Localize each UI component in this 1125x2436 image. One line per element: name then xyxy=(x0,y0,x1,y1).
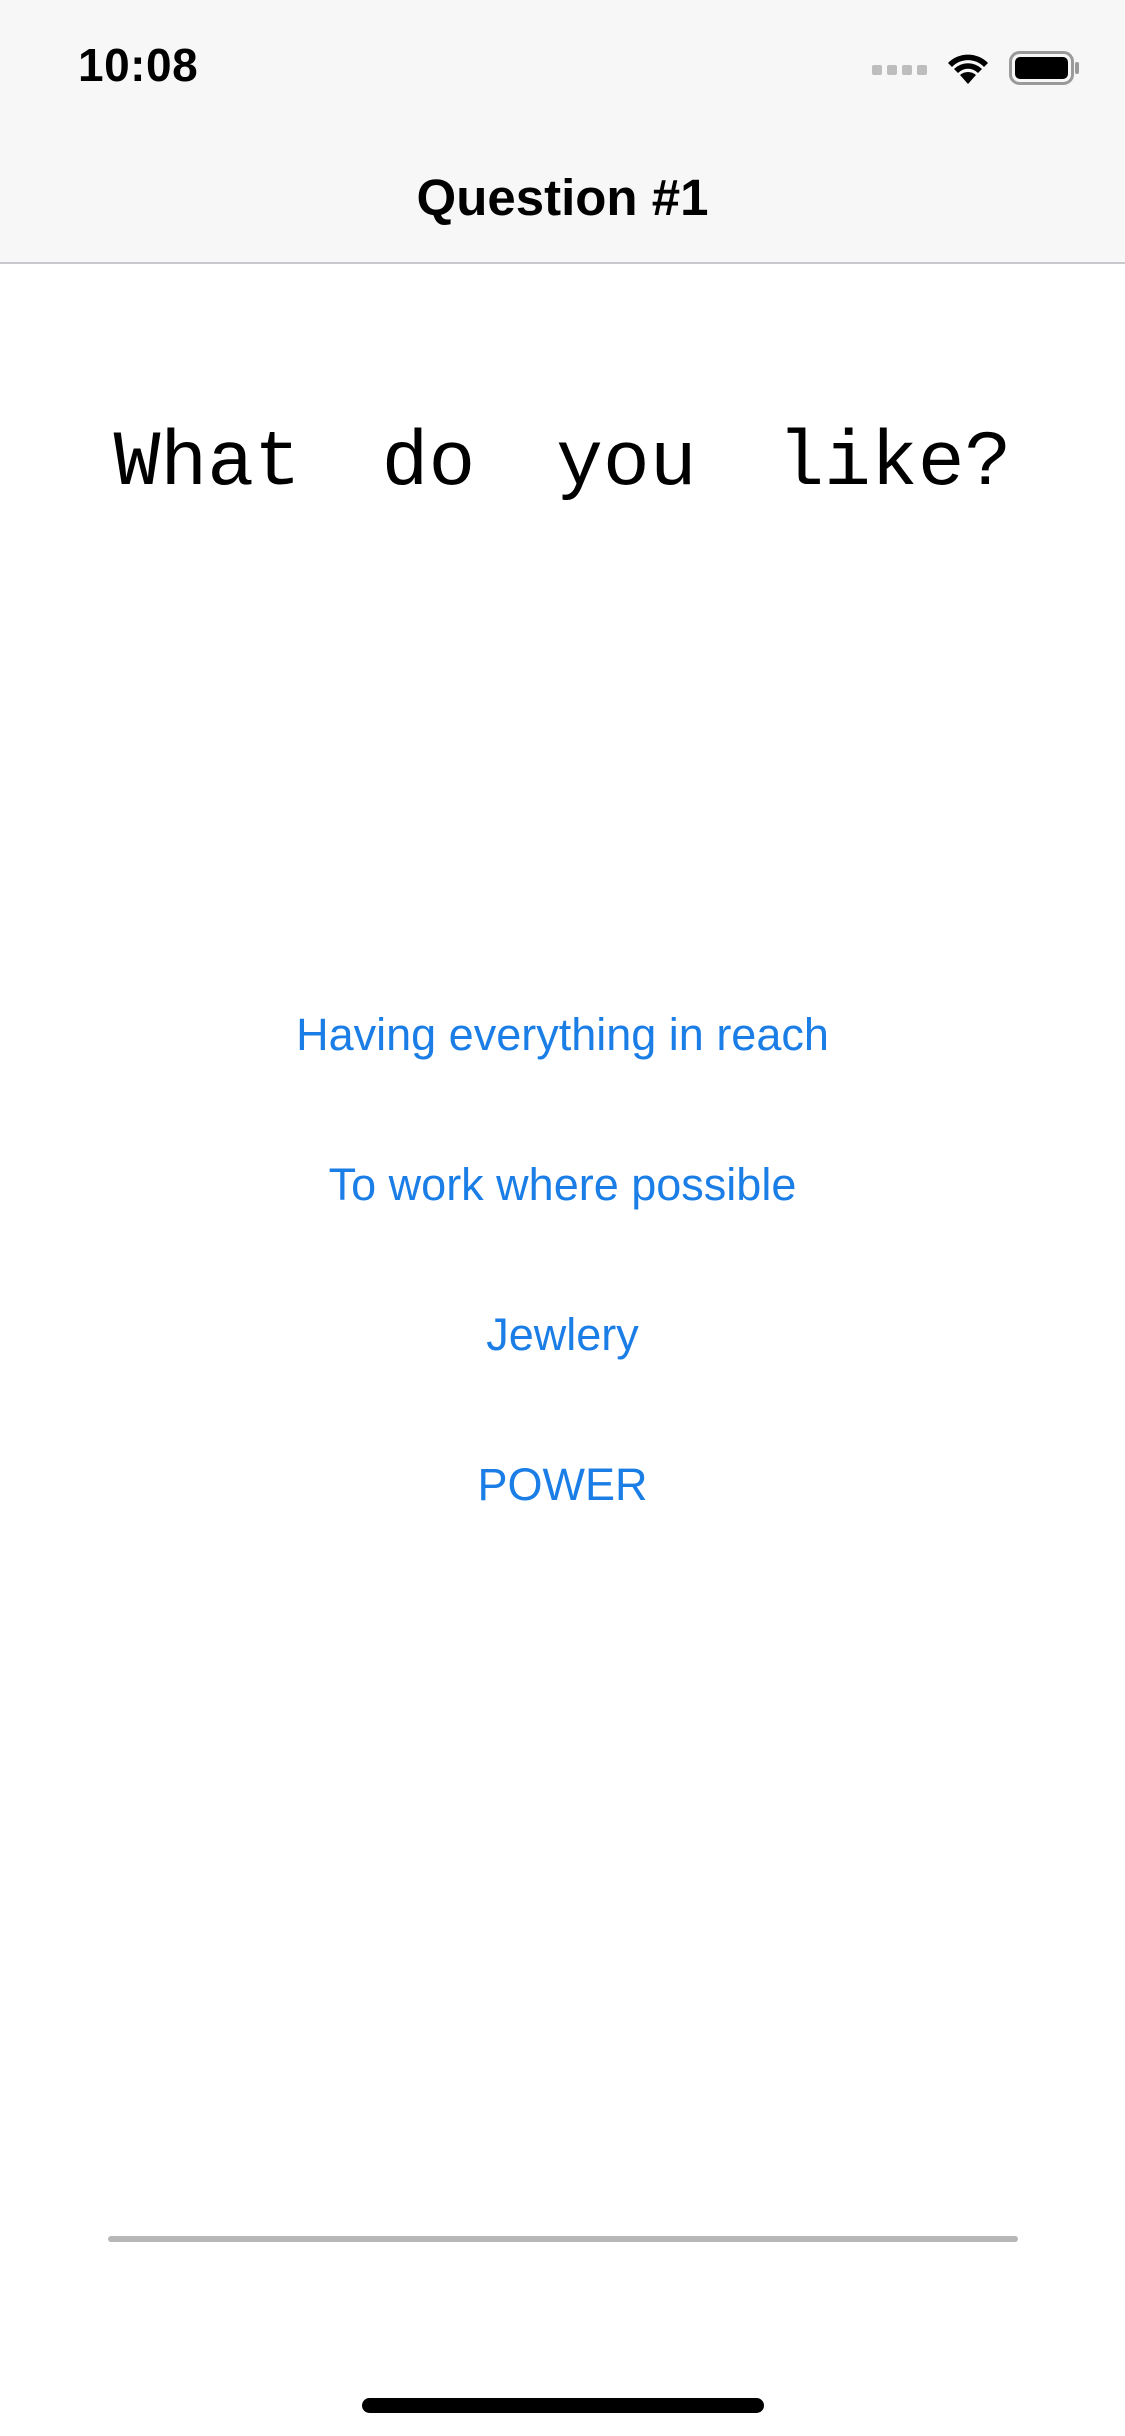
battery-icon xyxy=(1009,50,1081,91)
answer-button-3[interactable]: Jewlery xyxy=(0,1260,1125,1410)
top-bar: 10:08 Question #1 xyxy=(0,0,1125,264)
wifi-icon xyxy=(945,50,991,91)
answer-button-1[interactable]: Having everything in reach xyxy=(0,960,1125,1110)
progress-bar xyxy=(108,2236,1018,2242)
signal-icon xyxy=(872,65,927,75)
quiz-screen: 10:08 Question #1 What do you like? Havi… xyxy=(0,0,1125,2436)
answer-list: Having everything in reach To work where… xyxy=(0,960,1125,1560)
answer-button-4[interactable]: POWER xyxy=(0,1410,1125,1560)
status-icons xyxy=(872,50,1081,90)
home-indicator[interactable] xyxy=(362,2398,764,2413)
status-time: 10:08 xyxy=(78,39,199,91)
question-text: What do you like? xyxy=(113,420,1012,508)
answer-button-2[interactable]: To work where possible xyxy=(0,1110,1125,1260)
page-title: Question #1 xyxy=(416,169,709,226)
